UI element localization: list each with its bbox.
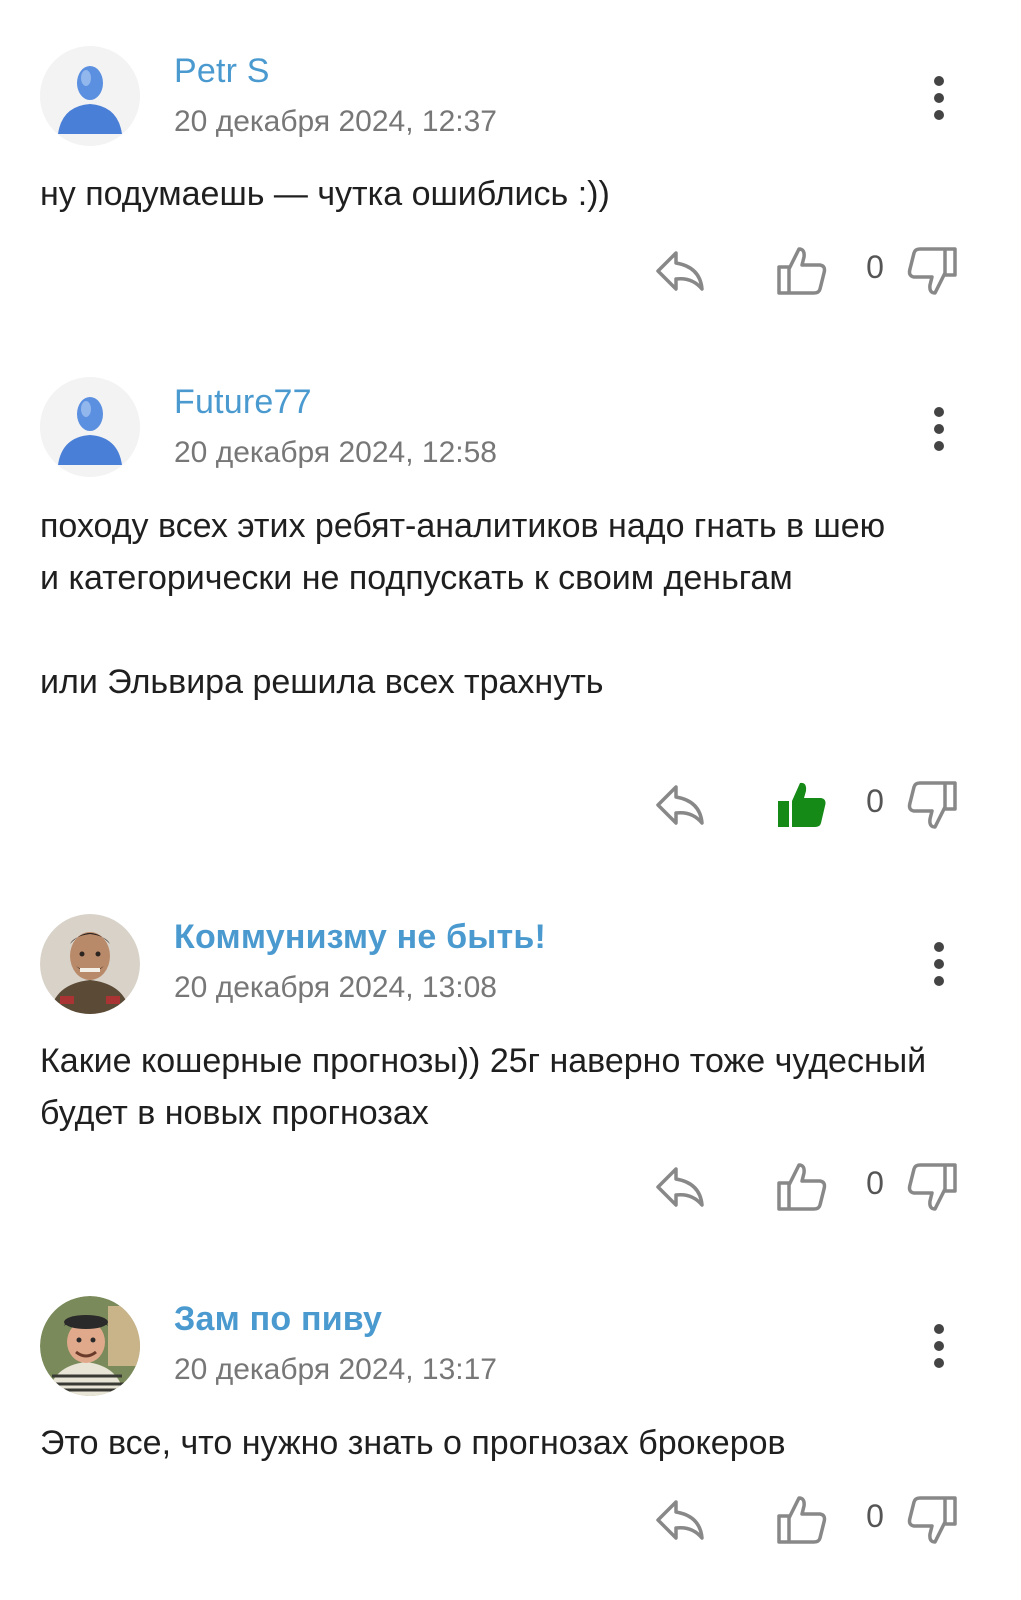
photo-avatar-icon	[40, 1296, 140, 1396]
like-count: 0	[866, 249, 884, 285]
photo-avatar-icon	[40, 914, 140, 1014]
comment: Future77 20 декабря 2024, 12:58 походу в…	[0, 330, 1021, 860]
reply-icon[interactable]	[652, 1159, 708, 1215]
default-avatar-icon	[40, 46, 140, 146]
reply-icon[interactable]	[652, 243, 708, 299]
author-name[interactable]: Future77	[174, 383, 312, 422]
comment-text: Какие кошерные прогнозы)) 25г наверно то…	[40, 1042, 927, 1132]
author-name[interactable]: Petr S	[174, 52, 270, 91]
comment: Коммунизму не быть! 20 декабря 2024, 13:…	[0, 860, 1021, 1240]
avatar[interactable]	[40, 914, 140, 1014]
more-options-icon[interactable]	[932, 942, 946, 986]
comment-actions: 0	[0, 1159, 1021, 1219]
comment: Зам по пиву 20 декабря 2024, 13:17 Это в…	[0, 1240, 1021, 1600]
more-options-icon[interactable]	[932, 1324, 946, 1368]
thumbs-up-icon[interactable]	[774, 1159, 830, 1215]
avatar[interactable]	[40, 46, 140, 146]
reply-icon[interactable]	[652, 1492, 708, 1548]
thumbs-down-icon[interactable]	[904, 1159, 960, 1215]
thumbs-up-icon[interactable]	[774, 777, 830, 833]
like-count: 0	[866, 783, 884, 819]
author-name[interactable]: Коммунизму не быть!	[174, 918, 546, 957]
comment-date: 20 декабря 2024, 12:58	[174, 436, 497, 469]
comment-text: ну подумаешь — чутка ошиблись :))	[40, 175, 610, 213]
thumbs-up-icon[interactable]	[774, 243, 830, 299]
comment-actions: 0	[0, 1492, 1021, 1552]
default-avatar-icon	[40, 377, 140, 477]
reply-icon[interactable]	[652, 777, 708, 833]
author-name[interactable]: Зам по пиву	[174, 1300, 382, 1339]
thumbs-down-icon[interactable]	[904, 777, 960, 833]
comment-actions: 0	[0, 777, 1021, 837]
comment-date: 20 декабря 2024, 12:37	[174, 105, 497, 138]
comment-text: Это все, что нужно знать о прогнозах бро…	[40, 1424, 786, 1462]
comment-actions: 0	[0, 243, 1021, 303]
comment-date: 20 декабря 2024, 13:08	[174, 971, 497, 1004]
comment: Petr S 20 декабря 2024, 12:37 ну подумае…	[0, 0, 1021, 330]
avatar[interactable]	[40, 1296, 140, 1396]
like-count: 0	[866, 1165, 884, 1201]
like-count: 0	[866, 1498, 884, 1534]
more-options-icon[interactable]	[932, 407, 946, 451]
more-options-icon[interactable]	[932, 76, 946, 120]
comment-date: 20 декабря 2024, 13:17	[174, 1353, 497, 1386]
thumbs-down-icon[interactable]	[904, 1492, 960, 1548]
thumbs-up-icon[interactable]	[774, 1492, 830, 1548]
comment-text: походу всех этих ребят-аналитиков надо г…	[40, 507, 886, 701]
avatar[interactable]	[40, 377, 140, 477]
thumbs-down-icon[interactable]	[904, 243, 960, 299]
